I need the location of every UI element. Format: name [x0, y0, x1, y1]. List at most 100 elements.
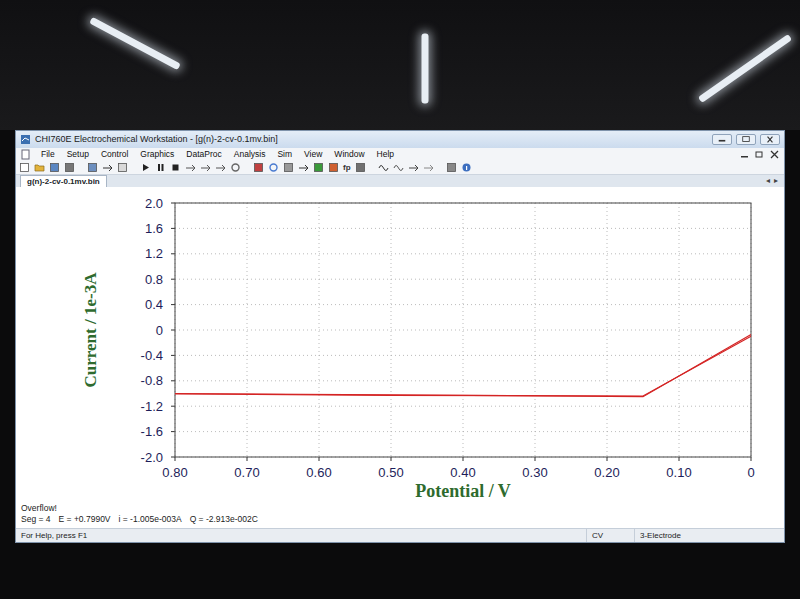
tick-mark — [171, 380, 175, 381]
menu-item[interactable]: File — [35, 148, 61, 161]
x-tick-label: 0.30 — [522, 465, 547, 480]
toolbar-button-icon[interactable] — [200, 162, 211, 173]
toolbar-button-icon[interactable] — [185, 162, 196, 173]
grid-line — [175, 330, 751, 331]
toolbar-button-icon[interactable] — [283, 162, 294, 173]
tick-mark — [171, 253, 175, 254]
readout-value: E = +0.7990V — [59, 514, 111, 525]
toolbar: fp — [16, 161, 784, 175]
menu-item[interactable]: Sim — [271, 148, 298, 161]
tab-strip: g(n)-2-cv-0.1mv.bin ◂▸ — [16, 175, 784, 187]
menu-item[interactable]: Window — [328, 148, 370, 161]
y-tick-label: -1.2 — [141, 399, 163, 414]
toolbar-button-icon[interactable] — [393, 162, 404, 173]
grid-line — [175, 406, 751, 407]
toolbar-button-icon[interactable] — [446, 162, 457, 173]
menu-item[interactable]: DataProc — [180, 148, 227, 161]
tick-mark — [171, 406, 175, 407]
cv-trace — [175, 336, 751, 396]
toolbar-button-icon[interactable] — [423, 162, 434, 173]
title-bar: CHI760E Electrochemical Workstation - [g… — [16, 131, 784, 148]
y-tick-label: 1.2 — [145, 246, 163, 261]
x-tick-label: 0.50 — [378, 465, 403, 480]
tick-mark — [171, 457, 175, 458]
y-tick-label: -0.4 — [141, 348, 163, 363]
document-icon — [20, 149, 31, 160]
readout-value: Seg = 4 — [21, 514, 51, 525]
toolbar-button-icon[interactable] — [102, 162, 113, 173]
tab-nav: ◂▸ — [764, 175, 780, 187]
tick-mark — [171, 228, 175, 229]
x-tick-label: 0.40 — [450, 465, 475, 480]
toolbar-button-icon[interactable] — [408, 162, 419, 173]
tab-scroll-right[interactable]: ▸ — [772, 175, 780, 187]
toolbar-button-icon[interactable] — [313, 162, 324, 173]
child-close-icon[interactable] — [769, 149, 780, 160]
cv-chart: 2.01.61.20.80.40-0.4-0.8-1.2-1.6-2.00.80… — [16, 187, 782, 503]
toolbar-button-icon[interactable] — [64, 162, 75, 173]
toolbar-button-icon[interactable] — [87, 162, 98, 173]
tab-scroll-left[interactable]: ◂ — [764, 175, 772, 187]
grid-line — [175, 253, 751, 254]
toolbar-button-icon[interactable] — [117, 162, 128, 173]
toolbar-button-icon[interactable] — [230, 162, 241, 173]
tick-mark — [247, 457, 248, 461]
toolbar-button-icon[interactable] — [155, 162, 166, 173]
tick-mark — [171, 203, 175, 204]
toolbar-button-icon[interactable] — [140, 162, 151, 173]
x-tick-label: 0.80 — [162, 465, 187, 480]
x-axis-title: Potential / V — [415, 481, 511, 501]
toolbar-button[interactable]: fp — [343, 162, 351, 173]
toolbar-button-icon[interactable] — [355, 162, 366, 173]
tick-mark — [607, 457, 608, 461]
status-bar: For Help, press F1CV3-Electrode — [16, 528, 784, 542]
lamp — [89, 17, 181, 70]
menu-item[interactable]: Graphics — [134, 148, 180, 161]
toolbar-button-icon[interactable] — [461, 162, 472, 173]
status-cell: CV — [586, 529, 634, 542]
toolbar-button-icon[interactable] — [298, 162, 309, 173]
overflow-warning: Overflow! — [21, 503, 779, 514]
lamp — [422, 34, 429, 104]
toolbar-button-icon[interactable] — [253, 162, 264, 173]
child-restore-icon[interactable] — [754, 149, 765, 160]
toolbar-button-icon[interactable] — [49, 162, 60, 173]
toolbar-button-icon[interactable] — [215, 162, 226, 173]
toolbar-button-icon[interactable] — [268, 162, 279, 173]
menu-item[interactable]: Control — [95, 148, 134, 161]
x-tick-label: 0.10 — [666, 465, 691, 480]
cv-trace — [175, 334, 751, 396]
close-icon[interactable] — [760, 134, 780, 145]
y-tick-label: -0.8 — [141, 373, 163, 388]
menu-item[interactable]: Help — [371, 148, 400, 161]
x-tick-label: 0.20 — [594, 465, 619, 480]
window-title: CHI760E Electrochemical Workstation - [g… — [35, 133, 708, 147]
toolbar-button-icon[interactable] — [19, 162, 30, 173]
grid-line — [679, 203, 680, 457]
menu-item[interactable]: Setup — [61, 148, 95, 161]
menu-item[interactable]: View — [298, 148, 328, 161]
lamp — [698, 34, 792, 103]
grid-line — [175, 380, 751, 381]
menu-item[interactable]: Analysis — [228, 148, 272, 161]
toolbar-button-icon[interactable] — [378, 162, 389, 173]
tick-mark — [751, 457, 752, 461]
y-tick-label: 1.6 — [145, 221, 163, 236]
child-minimize-icon[interactable] — [739, 149, 750, 160]
minimize-icon[interactable] — [712, 134, 732, 145]
toolbar-button-icon[interactable] — [34, 162, 45, 173]
document-tab[interactable]: g(n)-2-cv-0.1mv.bin — [20, 175, 107, 187]
readout-value: Q = -2.913e-002C — [190, 514, 258, 525]
menu: FileSetupControlGraphicsDataProcAnalysis… — [35, 148, 739, 161]
menu-bar: FileSetupControlGraphicsDataProcAnalysis… — [16, 148, 784, 161]
toolbar-button-icon[interactable] — [170, 162, 181, 173]
readout-value: i = -1.005e-003A — [119, 514, 182, 525]
toolbar-button-icon[interactable] — [328, 162, 339, 173]
maximize-icon[interactable] — [736, 134, 756, 145]
grid-line — [175, 228, 751, 229]
status-cell: 3-Electrode — [634, 529, 784, 542]
x-tick-label: 0.60 — [306, 465, 331, 480]
plot-area: 2.01.61.20.80.40-0.4-0.8-1.2-1.6-2.00.80… — [16, 187, 784, 528]
y-tick-label: 0.4 — [145, 297, 163, 312]
tick-mark — [535, 457, 536, 461]
